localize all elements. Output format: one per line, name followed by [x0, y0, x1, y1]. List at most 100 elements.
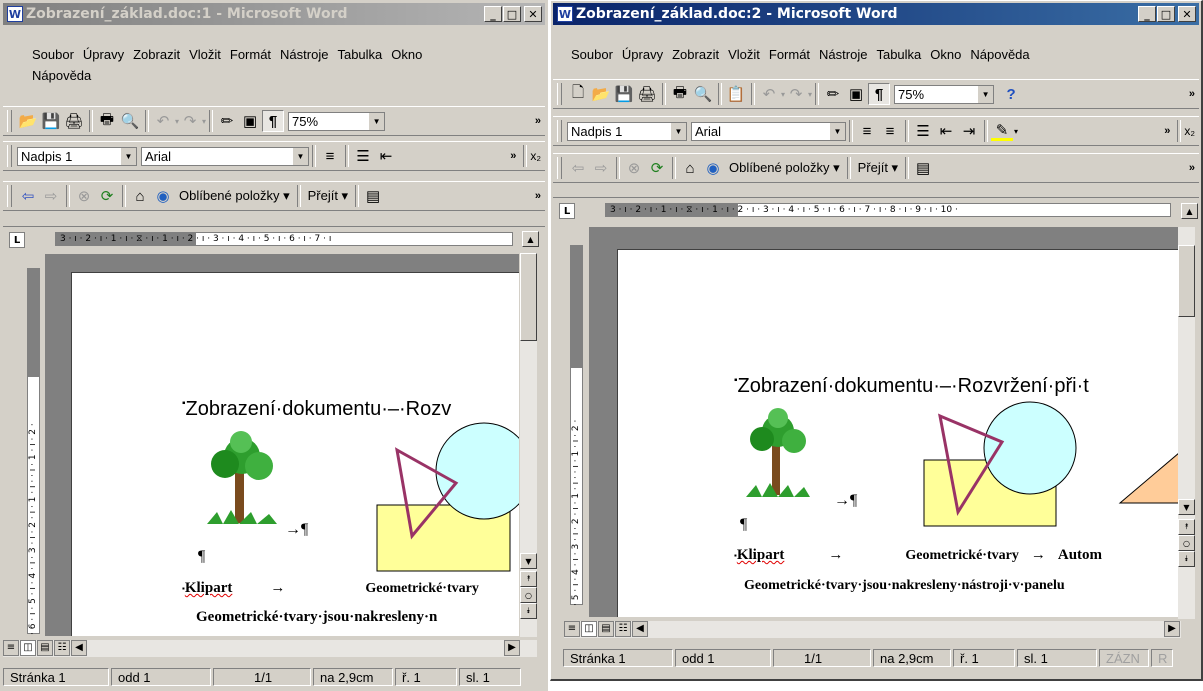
next-page-button[interactable]: ⯯ [520, 603, 537, 619]
subscript-icon[interactable]: x₂ [530, 149, 541, 163]
menu-vlozit[interactable]: Vložit [724, 45, 765, 66]
toolbar-grip[interactable] [557, 157, 562, 179]
chevron-down-icon[interactable]: ▼ [977, 85, 994, 103]
open-icon[interactable]: 📂 [590, 83, 612, 105]
toolbar-options-icon[interactable]: » [1189, 162, 1195, 174]
back-icon[interactable]: ⇦ [567, 157, 589, 179]
maximize-button[interactable]: □ [503, 6, 521, 22]
scroll-up-button[interactable]: ▲ [522, 231, 539, 247]
scroll-down-button[interactable]: ▼ [520, 553, 537, 569]
decrease-indent-icon[interactable]: ⇤ [935, 120, 957, 142]
font-select[interactable]: Arial ▼ [691, 121, 846, 141]
print-icon[interactable]: 🖶 [96, 110, 118, 132]
back-icon[interactable]: ⇦ [17, 185, 39, 207]
style-select[interactable]: Nadpis 1 ▼ [17, 146, 137, 166]
outline-view-button[interactable]: ☷ [615, 621, 631, 637]
print-icon[interactable]: 🖶 [669, 83, 691, 105]
toolbar-grip[interactable] [557, 120, 562, 142]
minimize-button[interactable]: _ [484, 6, 502, 22]
horizontal-ruler[interactable]: L 3 · ı · 2 · ı · 1 · ı · ⧖ · ı · 1 · ı … [3, 226, 545, 255]
chevron-down-icon[interactable]: ▼ [368, 112, 385, 130]
open-icon[interactable]: 📂 [17, 110, 39, 132]
new-document-icon[interactable]: 🗋 [567, 83, 589, 105]
goto-menu[interactable]: Přejít ▾ [304, 188, 352, 204]
toolbar-options-icon[interactable]: » [1164, 125, 1170, 137]
scroll-right-button[interactable]: ▶ [504, 640, 520, 656]
print-preview-icon[interactable]: 🔍 [119, 110, 141, 132]
menu-zobrazit[interactable]: Zobrazit [668, 45, 724, 66]
outline-view-button[interactable]: ☷ [54, 640, 70, 656]
doc-map-icon[interactable]: ▣ [239, 110, 261, 132]
permission-icon[interactable]: 🖨 [63, 110, 85, 132]
menu-format[interactable]: Formát [765, 45, 815, 66]
show-hide-pilcrow-icon[interactable]: ¶ [262, 110, 285, 132]
undo-icon[interactable]: ↶ [758, 83, 780, 105]
previous-page-button[interactable]: ⯭ [1178, 519, 1195, 535]
zoom-select[interactable]: 75% ▼ [894, 84, 995, 104]
toolbar-grip[interactable] [7, 110, 12, 132]
toolbar-grip[interactable] [7, 185, 12, 207]
menu-napoveda[interactable]: Nápověda [966, 45, 1034, 66]
next-page-button[interactable]: ⯯ [1178, 551, 1195, 567]
increase-indent-icon[interactable]: ⇥ [958, 120, 980, 142]
status-revisions[interactable]: R [1151, 649, 1173, 667]
search-web-icon[interactable]: ◉ [702, 157, 724, 179]
chevron-down-icon[interactable]: ▼ [670, 122, 686, 140]
align-justify-icon[interactable]: ≡ [319, 145, 341, 167]
menu-soubor[interactable]: Soubor [567, 45, 618, 66]
vertical-scrollbar[interactable]: ▼ ⯭ ○ ⯯ [1178, 227, 1195, 619]
redo-icon[interactable]: ↷ [179, 110, 201, 132]
toolbar-options-icon[interactable]: » [1189, 88, 1195, 100]
document-page[interactable]: ▪Zobrazení·dokumentu·–·Rozv →¶ ¶ ▪Klipar… [71, 272, 519, 636]
document-page[interactable]: ▪Zobrazení·dokumentu·–·Rozvržení·při·t →… [617, 249, 1179, 617]
menu-nastroje[interactable]: Nástroje [815, 45, 872, 66]
close-button[interactable]: ✕ [524, 6, 542, 22]
decrease-indent-icon[interactable]: ⇤ [375, 145, 397, 167]
menu-okno[interactable]: Okno [387, 45, 427, 66]
toolbar-options-icon[interactable]: » [535, 190, 541, 202]
minimize-button[interactable]: _ [1138, 6, 1156, 22]
tab-selector[interactable]: L [9, 232, 25, 248]
vertical-ruler[interactable]: · 5 · ı · 4 · ı · 3 · ı · 2 · ı · 1 · ı … [566, 227, 586, 617]
subscript-icon[interactable]: x₂ [1184, 124, 1195, 138]
select-browse-object-button[interactable]: ○ [520, 587, 537, 603]
redo-icon[interactable]: ↷ [785, 83, 807, 105]
doc-map-icon[interactable]: ▣ [845, 83, 867, 105]
scroll-thumb[interactable] [520, 253, 537, 341]
scroll-left-button[interactable]: ◀ [632, 621, 648, 637]
highlight-icon[interactable]: ✎ [991, 121, 1013, 141]
title-bar[interactable]: W Zobrazení_základ.doc:1 - Microsoft Wor… [3, 3, 545, 25]
align-justify-icon[interactable]: ≡ [879, 120, 901, 142]
scroll-right-button[interactable]: ▶ [1164, 621, 1180, 637]
status-record[interactable]: ZÁZN [1099, 649, 1149, 667]
print-preview-icon[interactable]: 🔍 [692, 83, 714, 105]
refresh-icon[interactable]: ⟳ [646, 157, 668, 179]
save-icon[interactable]: 💾 [613, 83, 635, 105]
stop-icon[interactable]: ⊗ [623, 157, 645, 179]
scroll-down-button[interactable]: ▼ [1178, 499, 1195, 515]
vertical-scrollbar[interactable]: ▼ ⯭ ○ ⯯ [520, 253, 537, 637]
scroll-thumb[interactable] [1178, 245, 1195, 317]
menu-upravy[interactable]: Úpravy [79, 45, 129, 66]
style-select[interactable]: Nadpis 1 ▼ [567, 121, 687, 141]
bullets-icon[interactable]: ☰ [912, 120, 934, 142]
show-web-toolbar-icon[interactable]: ▤ [362, 185, 384, 207]
vertical-ruler[interactable]: · 6 · ı · 5 · ı · 4 · ı · 3 · ı · 2 · ı … [23, 254, 43, 636]
menu-tabulka[interactable]: Tabulka [333, 45, 387, 66]
paste-icon[interactable]: 📋 [725, 83, 747, 105]
menu-vlozit[interactable]: Vložit [185, 45, 226, 66]
tree-clipart-image[interactable] [197, 428, 287, 538]
menu-zobrazit[interactable]: Zobrazit [129, 45, 185, 66]
bullets-icon[interactable]: ☰ [352, 145, 374, 167]
menu-tabulka[interactable]: Tabulka [872, 45, 926, 66]
toolbar-options-icon[interactable]: » [535, 115, 541, 127]
print-layout-view-button[interactable]: ▤ [598, 621, 614, 637]
font-select[interactable]: Arial ▼ [141, 146, 309, 166]
chevron-down-icon[interactable]: ▼ [292, 147, 308, 165]
menu-napoveda[interactable]: Nápověda [28, 66, 96, 87]
menu-soubor[interactable]: Soubor [28, 45, 79, 66]
scroll-left-button[interactable]: ◀ [71, 640, 87, 656]
forward-icon[interactable]: ⇨ [40, 185, 62, 207]
autoshape-triangle-image[interactable] [1118, 445, 1179, 505]
drawing-icon[interactable]: ✏ [822, 83, 844, 105]
